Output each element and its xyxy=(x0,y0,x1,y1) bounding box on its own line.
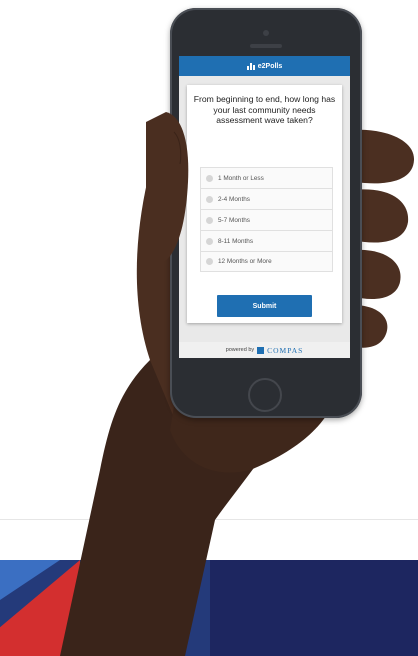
poll-option[interactable]: 1 Month or Less xyxy=(200,167,333,188)
app-header: e2Polls xyxy=(179,56,350,76)
radio-button[interactable] xyxy=(206,258,213,265)
poll-options: 1 Month or Less 2-4 Months 5-7 Months 8-… xyxy=(200,167,333,272)
poll-option-label: 8-11 Months xyxy=(218,237,254,245)
thumb-illustration xyxy=(146,112,189,262)
poll-question: From beginning to end, how long has your… xyxy=(193,94,336,125)
poll-option[interactable]: 5-7 Months xyxy=(200,209,333,230)
radio-button[interactable] xyxy=(206,195,213,203)
phone-screen: e2Polls From beginning to end, how long … xyxy=(179,56,350,358)
poll-option-label: 5-7 Months xyxy=(218,216,250,224)
compas-logo-icon xyxy=(257,346,265,354)
radio-button[interactable] xyxy=(206,237,213,245)
powered-by-footer: powered by COMPAS xyxy=(179,342,350,358)
poll-option-label: 1 Month or Less xyxy=(218,174,264,182)
radio-button[interactable] xyxy=(206,174,213,182)
radio-button[interactable] xyxy=(206,216,213,224)
compas-logo-text: COMPAS xyxy=(267,345,304,355)
app-brand: e2Polls xyxy=(257,62,283,70)
poll-option-label: 12 Months or More xyxy=(218,258,272,265)
bar-chart-icon xyxy=(246,62,255,70)
poll-option[interactable]: 2-4 Months xyxy=(200,188,333,209)
poll-option-label: 2-4 Months xyxy=(218,195,250,203)
camera-icon xyxy=(263,30,269,36)
powered-by-text: powered by xyxy=(225,347,255,353)
poll-card: From beginning to end, how long has your… xyxy=(187,85,342,323)
home-button[interactable] xyxy=(248,378,282,412)
poll-option[interactable]: 12 Months or More xyxy=(200,251,333,272)
speaker-grille xyxy=(250,44,282,48)
submit-button[interactable]: Submit xyxy=(217,295,312,317)
poll-option[interactable]: 8-11 Months xyxy=(200,230,333,251)
